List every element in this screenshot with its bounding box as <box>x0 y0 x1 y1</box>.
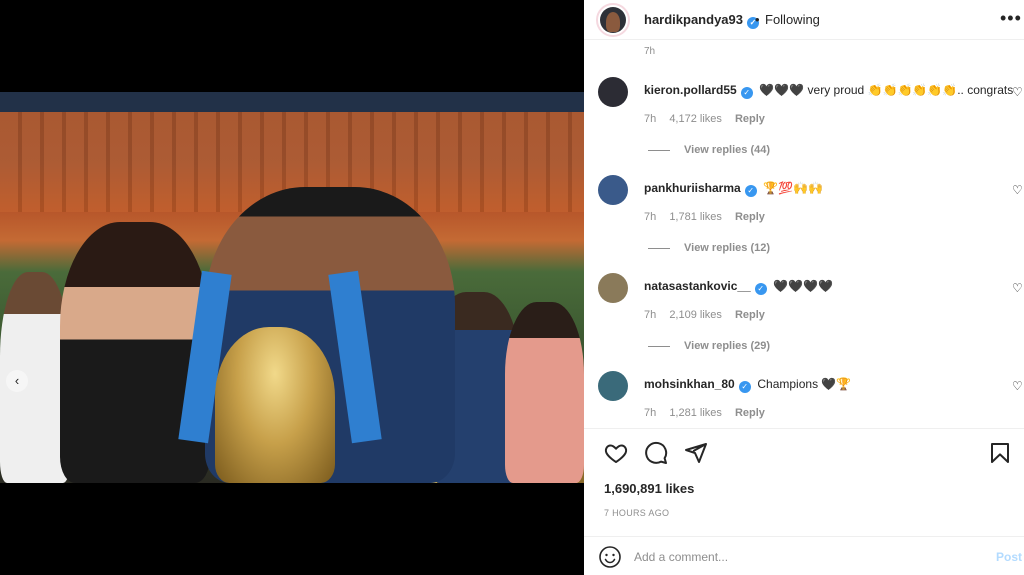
view-replies-button[interactable]: View replies (44) <box>648 144 770 156</box>
like-comment-heart-icon[interactable]: ♡ <box>1012 380 1024 392</box>
post-media: ‹ <box>0 0 584 575</box>
post-button[interactable]: Post <box>996 550 1022 564</box>
commenter-avatar[interactable] <box>598 175 628 205</box>
reply-button[interactable]: Reply <box>735 309 765 321</box>
more-icon[interactable]: ••• <box>1000 8 1022 29</box>
commenter-username[interactable]: kieron.pollard55 <box>644 83 737 97</box>
verified-icon: ✓ <box>740 87 753 99</box>
comment-time: 7h <box>644 113 657 125</box>
comments-list[interactable]: 7h kieron.pollard55 ✓ 🖤🖤🖤 very proud 👏👏👏👏… <box>584 40 1024 428</box>
comment-time: 7h <box>644 309 657 321</box>
comment-icon[interactable] <box>644 441 668 465</box>
separator-dot: • <box>755 12 760 27</box>
author-username[interactable]: hardikpandya93 ✓ <box>644 12 759 29</box>
comment-item: mohsinkhan_80 ✓ Champions 🖤🏆 ♡ 7h 1,281 l… <box>584 371 1024 428</box>
add-comment-bar: Post <box>584 536 1024 575</box>
carousel-prev-button[interactable]: ‹ <box>6 370 28 392</box>
commenter-username[interactable]: pankhuriisharma <box>644 181 741 195</box>
reply-button[interactable]: Reply <box>735 113 765 125</box>
comment-text: 🖤🖤🖤🖤 <box>773 279 834 293</box>
following-button[interactable]: Following <box>765 12 820 27</box>
comment-item: pankhuriisharma ✓ 🏆💯🙌🙌 ♡ 7h 1,781 likes R… <box>584 175 1024 273</box>
post-header: hardikpandya93 ✓ • Following ••• <box>584 0 1024 40</box>
caption-time: 7h <box>644 46 656 57</box>
commenter-username[interactable]: mohsinkhan_80 <box>644 377 735 391</box>
comment-likes[interactable]: 2,109 likes <box>669 309 722 321</box>
instagram-post-view: ‹ hardikpandya93 ✓ • Following ••• 7h kie… <box>0 0 1024 575</box>
trophy <box>215 327 335 483</box>
comment-item: natasastankovic__ ✓ 🖤🖤🖤🖤 ♡ 7h 2,109 likes… <box>584 273 1024 371</box>
like-comment-heart-icon[interactable]: ♡ <box>1012 86 1024 98</box>
likes-count[interactable]: 1,690,891 likes <box>604 481 694 496</box>
bookmark-icon[interactable] <box>988 441 1012 465</box>
view-replies-button[interactable]: View replies (12) <box>648 242 770 254</box>
verified-icon: ✓ <box>744 185 757 197</box>
comment-time: 7h <box>644 407 657 419</box>
commenter-avatar[interactable] <box>598 77 628 107</box>
commenter-avatar[interactable] <box>598 273 628 303</box>
comment-text: Champions 🖤🏆 <box>757 377 852 391</box>
comment-likes[interactable]: 1,281 likes <box>669 407 722 419</box>
like-comment-heart-icon[interactable]: ♡ <box>1012 282 1024 294</box>
comment-time: 7h <box>644 211 657 223</box>
emoji-icon[interactable] <box>598 545 622 569</box>
commenter-avatar[interactable] <box>598 371 628 401</box>
post-photo[interactable]: ‹ <box>0 92 584 483</box>
post-panel: hardikpandya93 ✓ • Following ••• 7h kiero… <box>584 0 1024 575</box>
comment-text: 🏆💯🙌🙌 <box>763 181 824 195</box>
comment-likes[interactable]: 1,781 likes <box>669 211 722 223</box>
reply-button[interactable]: Reply <box>735 407 765 419</box>
comment-item: kieron.pollard55 ✓ 🖤🖤🖤 very proud 👏👏👏👏👏👏.… <box>584 77 1024 175</box>
comment-input[interactable] <box>634 547 954 567</box>
reply-button[interactable]: Reply <box>735 211 765 223</box>
like-comment-heart-icon[interactable]: ♡ <box>1012 184 1024 196</box>
post-actions: 1,690,891 likes 7 HOURS AGO <box>584 428 1024 536</box>
comment-likes[interactable]: 4,172 likes <box>669 113 722 125</box>
avatar[interactable] <box>596 3 630 37</box>
verified-icon: ✓ <box>754 283 767 295</box>
heart-icon[interactable] <box>604 441 628 465</box>
comment-text: 🖤🖤🖤 very proud 👏👏👏👏👏👏.. congrats <box>759 83 1014 97</box>
share-icon[interactable] <box>684 441 708 465</box>
view-replies-button[interactable]: View replies (29) <box>648 340 770 352</box>
commenter-username[interactable]: natasastankovic__ <box>644 279 751 293</box>
post-timestamp: 7 HOURS AGO <box>604 508 670 518</box>
verified-icon: ✓ <box>738 381 751 393</box>
